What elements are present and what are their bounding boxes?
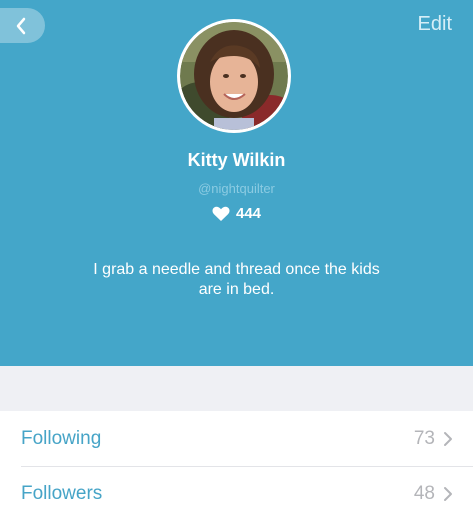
back-button[interactable] (0, 8, 45, 43)
followers-label: Followers (21, 482, 103, 504)
chevron-right-icon (443, 486, 453, 502)
edit-button[interactable]: Edit (418, 13, 452, 36)
followers-count: 48 (413, 482, 435, 504)
avatar (177, 19, 291, 133)
chevron-right-icon (443, 431, 453, 447)
stats-list: Following 73 Followers 48 (0, 411, 473, 521)
profile-header: Edit Kitty Wilkin @nightquilter 444 I gr… (0, 0, 473, 366)
profile-name: Kitty Wilkin (187, 150, 286, 170)
following-count: 73 (413, 427, 435, 449)
likes-count: 444 (0, 205, 473, 222)
likes-value: 444 (235, 205, 262, 222)
following-meta: 73 (414, 428, 453, 450)
profile-bio: I grab a needle and thread once the kids… (93, 261, 380, 298)
heart-icon (212, 206, 236, 222)
following-label: Following (21, 427, 102, 449)
followers-meta: 48 (414, 483, 453, 505)
following-row[interactable]: Following 73 (0, 411, 473, 466)
profile-handle: @nightquilter (198, 181, 275, 196)
chevron-left-icon (16, 17, 27, 35)
